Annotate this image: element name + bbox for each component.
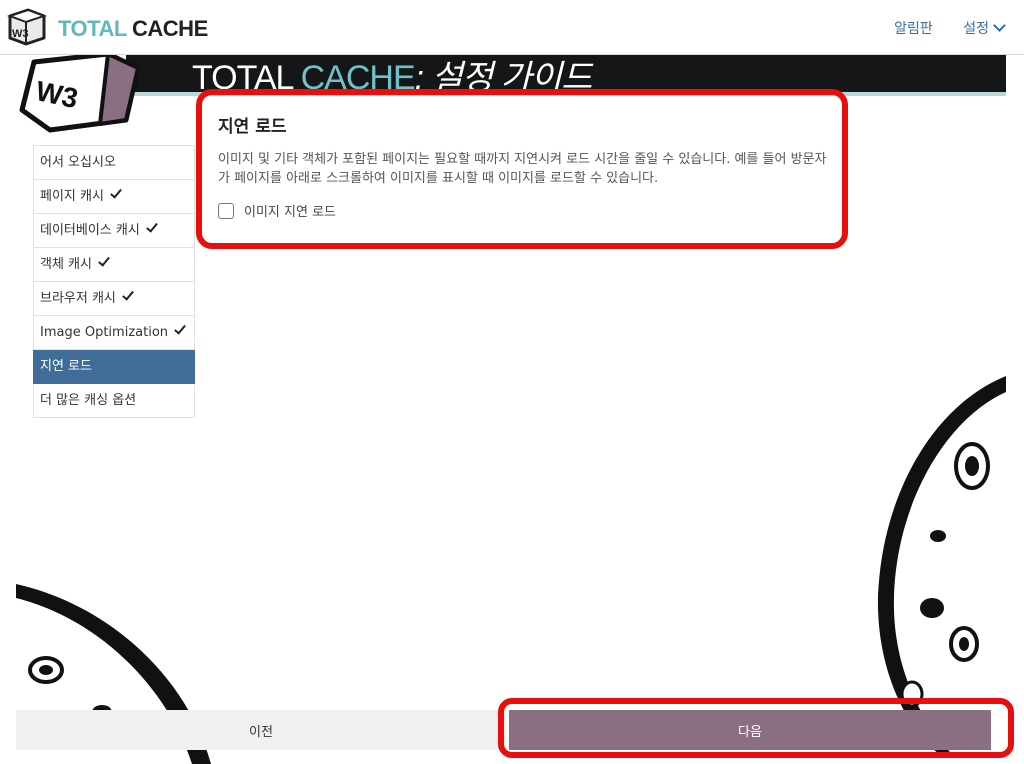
step-label: 페이지 캐시	[40, 189, 104, 204]
step-object-cache[interactable]: 객체 캐시	[33, 248, 195, 282]
step-label: 지연 로드	[40, 359, 92, 374]
lazy-load-images-checkbox[interactable]	[218, 202, 234, 219]
setup-steps-sidebar: 어서 오십시오 페이지 캐시 데이터베이스 캐시 객체 캐시 브라우저 캐시 I…	[33, 145, 195, 418]
check-icon	[174, 322, 186, 335]
card-title: 지연 로드	[218, 117, 287, 137]
step-label: 더 많은 캐싱 옵션	[40, 393, 137, 408]
check-icon	[98, 254, 110, 267]
next-button[interactable]: 다음	[509, 710, 991, 750]
step-label: 객체 캐시	[40, 257, 92, 272]
top-bar: W3 TOTAL CACHE 알림판 설정	[0, 0, 1024, 55]
checkbox-label: 이미지 지연 로드	[244, 205, 336, 220]
check-icon	[110, 186, 122, 199]
chevron-down-icon	[993, 19, 1006, 32]
step-lazy-load[interactable]: 지연 로드	[33, 350, 195, 384]
setup-guide-page: TOTAL CACHE: 설정 가이드 W3 어서 오십시오 페이지 캐시 데이…	[16, 54, 1006, 764]
brand-cache-text: CACHE	[132, 16, 208, 41]
nav-settings-menu[interactable]: 설정	[963, 19, 1006, 37]
step-more-caching-options[interactable]: 더 많은 캐싱 옵션	[33, 384, 195, 418]
wizard-footer: 이전 다음	[16, 698, 1014, 758]
previous-button[interactable]: 이전	[16, 710, 506, 750]
step-image-optimization[interactable]: Image Optimization	[33, 316, 195, 350]
step-label: 어서 오십시오	[40, 155, 116, 170]
w3-cube-icon: W3	[19, 54, 141, 133]
check-icon	[122, 288, 134, 301]
check-icon	[145, 220, 158, 233]
brand-total-text: TOTAL	[58, 16, 127, 41]
nav-settings-label: 설정	[963, 21, 989, 37]
w3-logo-icon: W3	[6, 6, 48, 48]
card-description: 이미지 및 기타 객체가 포함된 페이지는 필요할 때까지 지연시켜 로드 시간…	[218, 152, 827, 186]
brand-name: TOTAL CACHE	[58, 16, 208, 42]
step-label: Image Optimization	[40, 325, 169, 340]
step-page-cache[interactable]: 페이지 캐시	[33, 180, 195, 214]
nav-dashboard-link[interactable]: 알림판	[894, 21, 933, 37]
step-browser-cache[interactable]: 브라우저 캐시	[33, 282, 195, 316]
step-label: 데이터베이스 캐시	[40, 223, 140, 238]
lazy-load-images-option[interactable]: 이미지 지연 로드	[218, 201, 336, 220]
step-welcome[interactable]: 어서 오십시오	[33, 145, 195, 180]
svg-text:W3: W3	[12, 28, 29, 40]
step-database-cache[interactable]: 데이터베이스 캐시	[33, 214, 195, 248]
step-label: 브라우저 캐시	[40, 291, 116, 306]
top-nav: 알림판 설정	[868, 18, 1006, 38]
